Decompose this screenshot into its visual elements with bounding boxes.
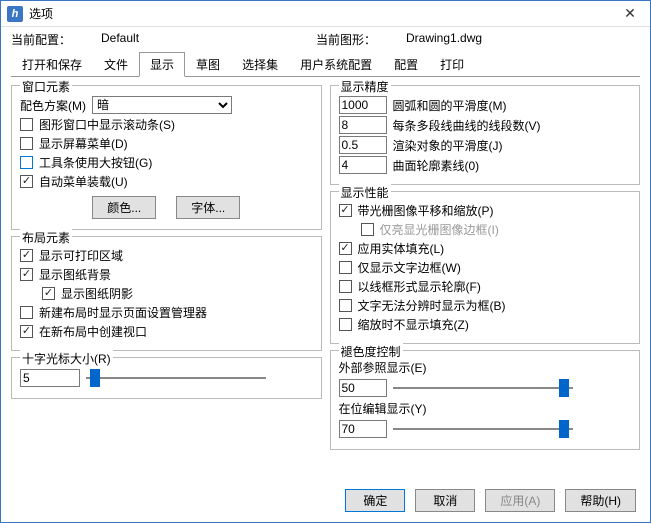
ok-button[interactable]: 确定: [345, 489, 405, 512]
crosshair-input[interactable]: [20, 369, 80, 387]
titlebar: h 选项 ✕: [1, 1, 650, 27]
font-button[interactable]: 字体...: [176, 196, 240, 219]
fade-group: 褪色度控制 外部参照显示(E) 在位编辑显示(Y): [330, 350, 641, 450]
scheme-label: 配色方案(M): [20, 97, 86, 114]
performance-legend: 显示性能: [339, 184, 391, 201]
highlight-label: 仅亮显光栅图像边框(I): [380, 221, 499, 238]
config-label: 当前配置：: [11, 31, 101, 48]
render-input[interactable]: [339, 136, 387, 154]
viewport-checkbox[interactable]: [20, 325, 33, 338]
paperbg-checkbox[interactable]: [20, 268, 33, 281]
window-elements-legend: 窗口元素: [20, 78, 72, 95]
bigbuttons-checkbox[interactable]: [20, 156, 33, 169]
layout-elements-legend: 布局元素: [20, 229, 72, 246]
drawing-value: Drawing1.dwg: [406, 31, 621, 48]
automenu-checkbox[interactable]: [20, 175, 33, 188]
inplace-input[interactable]: [339, 420, 387, 438]
pagesetup-label: 新建布局时显示页面设置管理器: [39, 304, 207, 321]
tab-3[interactable]: 草图: [185, 52, 231, 77]
tab-4[interactable]: 选择集: [231, 52, 289, 77]
seg-input[interactable]: [339, 116, 387, 134]
tab-1[interactable]: 文件: [93, 52, 139, 77]
xref-label: 外部参照显示(E): [339, 359, 632, 376]
config-value: Default: [101, 31, 316, 48]
close-button[interactable]: ✕: [616, 4, 644, 24]
tab-5[interactable]: 用户系统配置: [289, 52, 383, 77]
panzoom-label: 带光栅图像平移和缩放(P): [358, 202, 494, 219]
tab-content: 窗口元素 配色方案(M) 暗 图形窗口中显示滚动条(S) 显示屏幕菜单(D) 工…: [1, 77, 650, 481]
nofillzoom-checkbox[interactable]: [339, 318, 352, 331]
tab-7[interactable]: 打印: [429, 52, 475, 77]
papershadow-checkbox[interactable]: [42, 287, 55, 300]
render-label: 渲染对象的平滑度(J): [393, 137, 503, 154]
inplace-slider[interactable]: [393, 419, 573, 439]
textframe-checkbox[interactable]: [339, 261, 352, 274]
seg-label: 每条多段线曲线的线段数(V): [393, 117, 541, 134]
highlight-checkbox[interactable]: [361, 223, 374, 236]
window-elements-group: 窗口元素 配色方案(M) 暗 图形窗口中显示滚动条(S) 显示屏幕菜单(D) 工…: [11, 85, 322, 230]
window-title: 选项: [29, 5, 616, 22]
performance-group: 显示性能 带光栅图像平移和缩放(P) 仅亮显光栅图像边框(I) 应用实体填充(L…: [330, 191, 641, 344]
color-button[interactable]: 颜色...: [92, 196, 156, 219]
crosshair-legend: 十字光标大小(R): [20, 350, 113, 367]
layout-elements-group: 布局元素 显示可打印区域 显示图纸背景 显示图纸阴影 新建布局时显示页面设置管理…: [11, 236, 322, 351]
tab-0[interactable]: 打开和保存: [11, 52, 93, 77]
printable-checkbox[interactable]: [20, 249, 33, 262]
arc-label: 圆弧和圆的平滑度(M): [393, 97, 507, 114]
tab-6[interactable]: 配置: [383, 52, 429, 77]
help-button[interactable]: 帮助(H): [565, 489, 636, 512]
xref-input[interactable]: [339, 379, 387, 397]
solidfill-checkbox[interactable]: [339, 242, 352, 255]
crosshair-slider[interactable]: [86, 368, 266, 388]
viewport-label: 在新布局中创建视口: [39, 323, 147, 340]
fade-legend: 褪色度控制: [339, 343, 403, 360]
wireframe-checkbox[interactable]: [339, 280, 352, 293]
contour-label: 曲面轮廓素线(0): [393, 157, 480, 174]
scrollbars-label: 图形窗口中显示滚动条(S): [39, 116, 175, 133]
wireframe-label: 以线框形式显示轮廓(F): [358, 278, 481, 295]
bigbuttons-label: 工具条使用大按钮(G): [39, 154, 152, 171]
arc-input[interactable]: [339, 96, 387, 114]
scrollbars-checkbox[interactable]: [20, 118, 33, 131]
cancel-button[interactable]: 取消: [415, 489, 475, 512]
inplace-label: 在位编辑显示(Y): [339, 400, 632, 417]
left-column: 窗口元素 配色方案(M) 暗 图形窗口中显示滚动条(S) 显示屏幕菜单(D) 工…: [11, 85, 322, 477]
scheme-select[interactable]: 暗: [92, 96, 232, 114]
printable-label: 显示可打印区域: [39, 247, 123, 264]
replacebox-label: 文字无法分辨时显示为框(B): [358, 297, 506, 314]
automenu-label: 自动菜单装载(U): [39, 173, 128, 190]
app-icon: h: [7, 6, 23, 22]
paperbg-label: 显示图纸背景: [39, 266, 111, 283]
dialog-button-row: 确定 取消 应用(A) 帮助(H): [1, 481, 650, 522]
screenmenu-checkbox[interactable]: [20, 137, 33, 150]
xref-slider[interactable]: [393, 378, 573, 398]
right-column: 显示精度 圆弧和圆的平滑度(M) 每条多段线曲线的线段数(V) 渲染对象的平滑度…: [330, 85, 641, 477]
tab-2[interactable]: 显示: [139, 52, 185, 77]
options-dialog: h 选项 ✕ 当前配置： Default 当前图形： Drawing1.dwg …: [0, 0, 651, 523]
drawing-label: 当前图形：: [316, 31, 406, 48]
papershadow-label: 显示图纸阴影: [61, 285, 133, 302]
panzoom-checkbox[interactable]: [339, 204, 352, 217]
precision-group: 显示精度 圆弧和圆的平滑度(M) 每条多段线曲线的线段数(V) 渲染对象的平滑度…: [330, 85, 641, 185]
textframe-label: 仅显示文字边框(W): [358, 259, 461, 276]
precision-legend: 显示精度: [339, 78, 391, 95]
nofillzoom-label: 缩放时不显示填充(Z): [358, 316, 469, 333]
tab-strip: 打开和保存文件显示草图选择集用户系统配置配置打印: [11, 52, 640, 77]
pagesetup-checkbox[interactable]: [20, 306, 33, 319]
solidfill-label: 应用实体填充(L): [358, 240, 445, 257]
apply-button[interactable]: 应用(A): [485, 489, 555, 512]
screenmenu-label: 显示屏幕菜单(D): [39, 135, 128, 152]
info-row: 当前配置： Default 当前图形： Drawing1.dwg: [1, 27, 650, 50]
replacebox-checkbox[interactable]: [339, 299, 352, 312]
crosshair-group: 十字光标大小(R): [11, 357, 322, 399]
contour-input[interactable]: [339, 156, 387, 174]
